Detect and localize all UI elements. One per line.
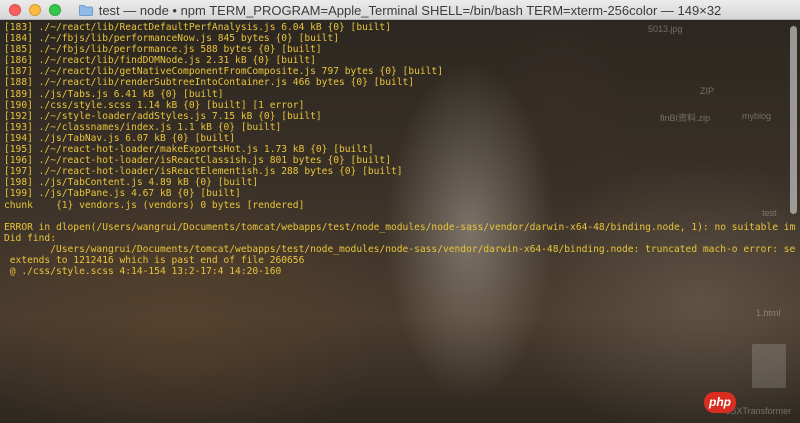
terminal-line: extends to 1212416 which is past end of … — [4, 254, 305, 266]
terminal-line: [188] ./~/react/lib/renderSubtreeIntoCon… — [4, 77, 415, 89]
terminal-line: Did find: — [4, 232, 56, 244]
terminal-line: [198] ./js/TabContent.js 4.89 kB {0} [bu… — [4, 177, 259, 189]
terminal-window: test — node • npm TERM_PROGRAM=Apple_Ter… — [0, 0, 800, 423]
terminal-line: /Users/wangrui/Documents/tomcat/webapps/… — [4, 243, 796, 255]
terminal-line: [195] ./~/react-hot-loader/makeExportsHo… — [4, 144, 374, 156]
terminal-line: [186] ./~/react/lib/findDOMNode.js 2.31 … — [4, 55, 316, 67]
terminal-line: [185] ./~/fbjs/lib/performance.js 588 by… — [4, 44, 322, 56]
folder-icon — [78, 4, 93, 16]
window-title-group: test — node • npm TERM_PROGRAM=Apple_Ter… — [0, 0, 800, 20]
title-bar[interactable]: test — node • npm TERM_PROGRAM=Apple_Ter… — [0, 0, 800, 20]
terminal-line: [199] ./js/TabPane.js 4.67 kB {0} [built… — [4, 188, 241, 200]
php-badge: php — [704, 392, 736, 413]
terminal-line: [190] ./css/style.scss 1.14 kB {0} [buil… — [4, 99, 305, 111]
terminal-output[interactable]: [183] ./~/react/lib/ReactDefaultPerfAnal… — [4, 22, 796, 412]
terminal-line: [192] ./~/style-loader/addStyles.js 7.15… — [4, 110, 322, 122]
terminal-line: [197] ./~/react-hot-loader/isReactElemen… — [4, 166, 403, 178]
terminal-line: @ ./css/style.scss 4:14-154 13:2-17:4 14… — [4, 266, 282, 278]
terminal-line: [194] ./js/TabNav.js 6.07 kB {0} [built] — [4, 132, 236, 144]
terminal-line: [183] ./~/react/lib/ReactDefaultPerfAnal… — [4, 22, 391, 33]
terminal-line: [187] ./~/react/lib/getNativeComponentFr… — [4, 66, 443, 78]
terminal-line: chunk {1} vendors.js (vendors) 0 bytes [… — [4, 199, 305, 211]
terminal-line: ERROR in dlopen(/Users/wangrui/Documents… — [4, 221, 796, 233]
terminal-line: [193] ./~/classnames/index.js 1.1 kB {0}… — [4, 121, 282, 133]
terminal-line: [196] ./~/react-hot-loader/isReactClassi… — [4, 155, 391, 167]
window-title: test — node • npm TERM_PROGRAM=Apple_Ter… — [98, 2, 722, 18]
scrollbar[interactable] — [790, 26, 797, 214]
terminal-line: [184] ./~/fbjs/lib/performanceNow.js 845… — [4, 33, 340, 45]
terminal-line: [189] ./js/Tabs.js 6.41 kB {0} [built] — [4, 88, 224, 100]
